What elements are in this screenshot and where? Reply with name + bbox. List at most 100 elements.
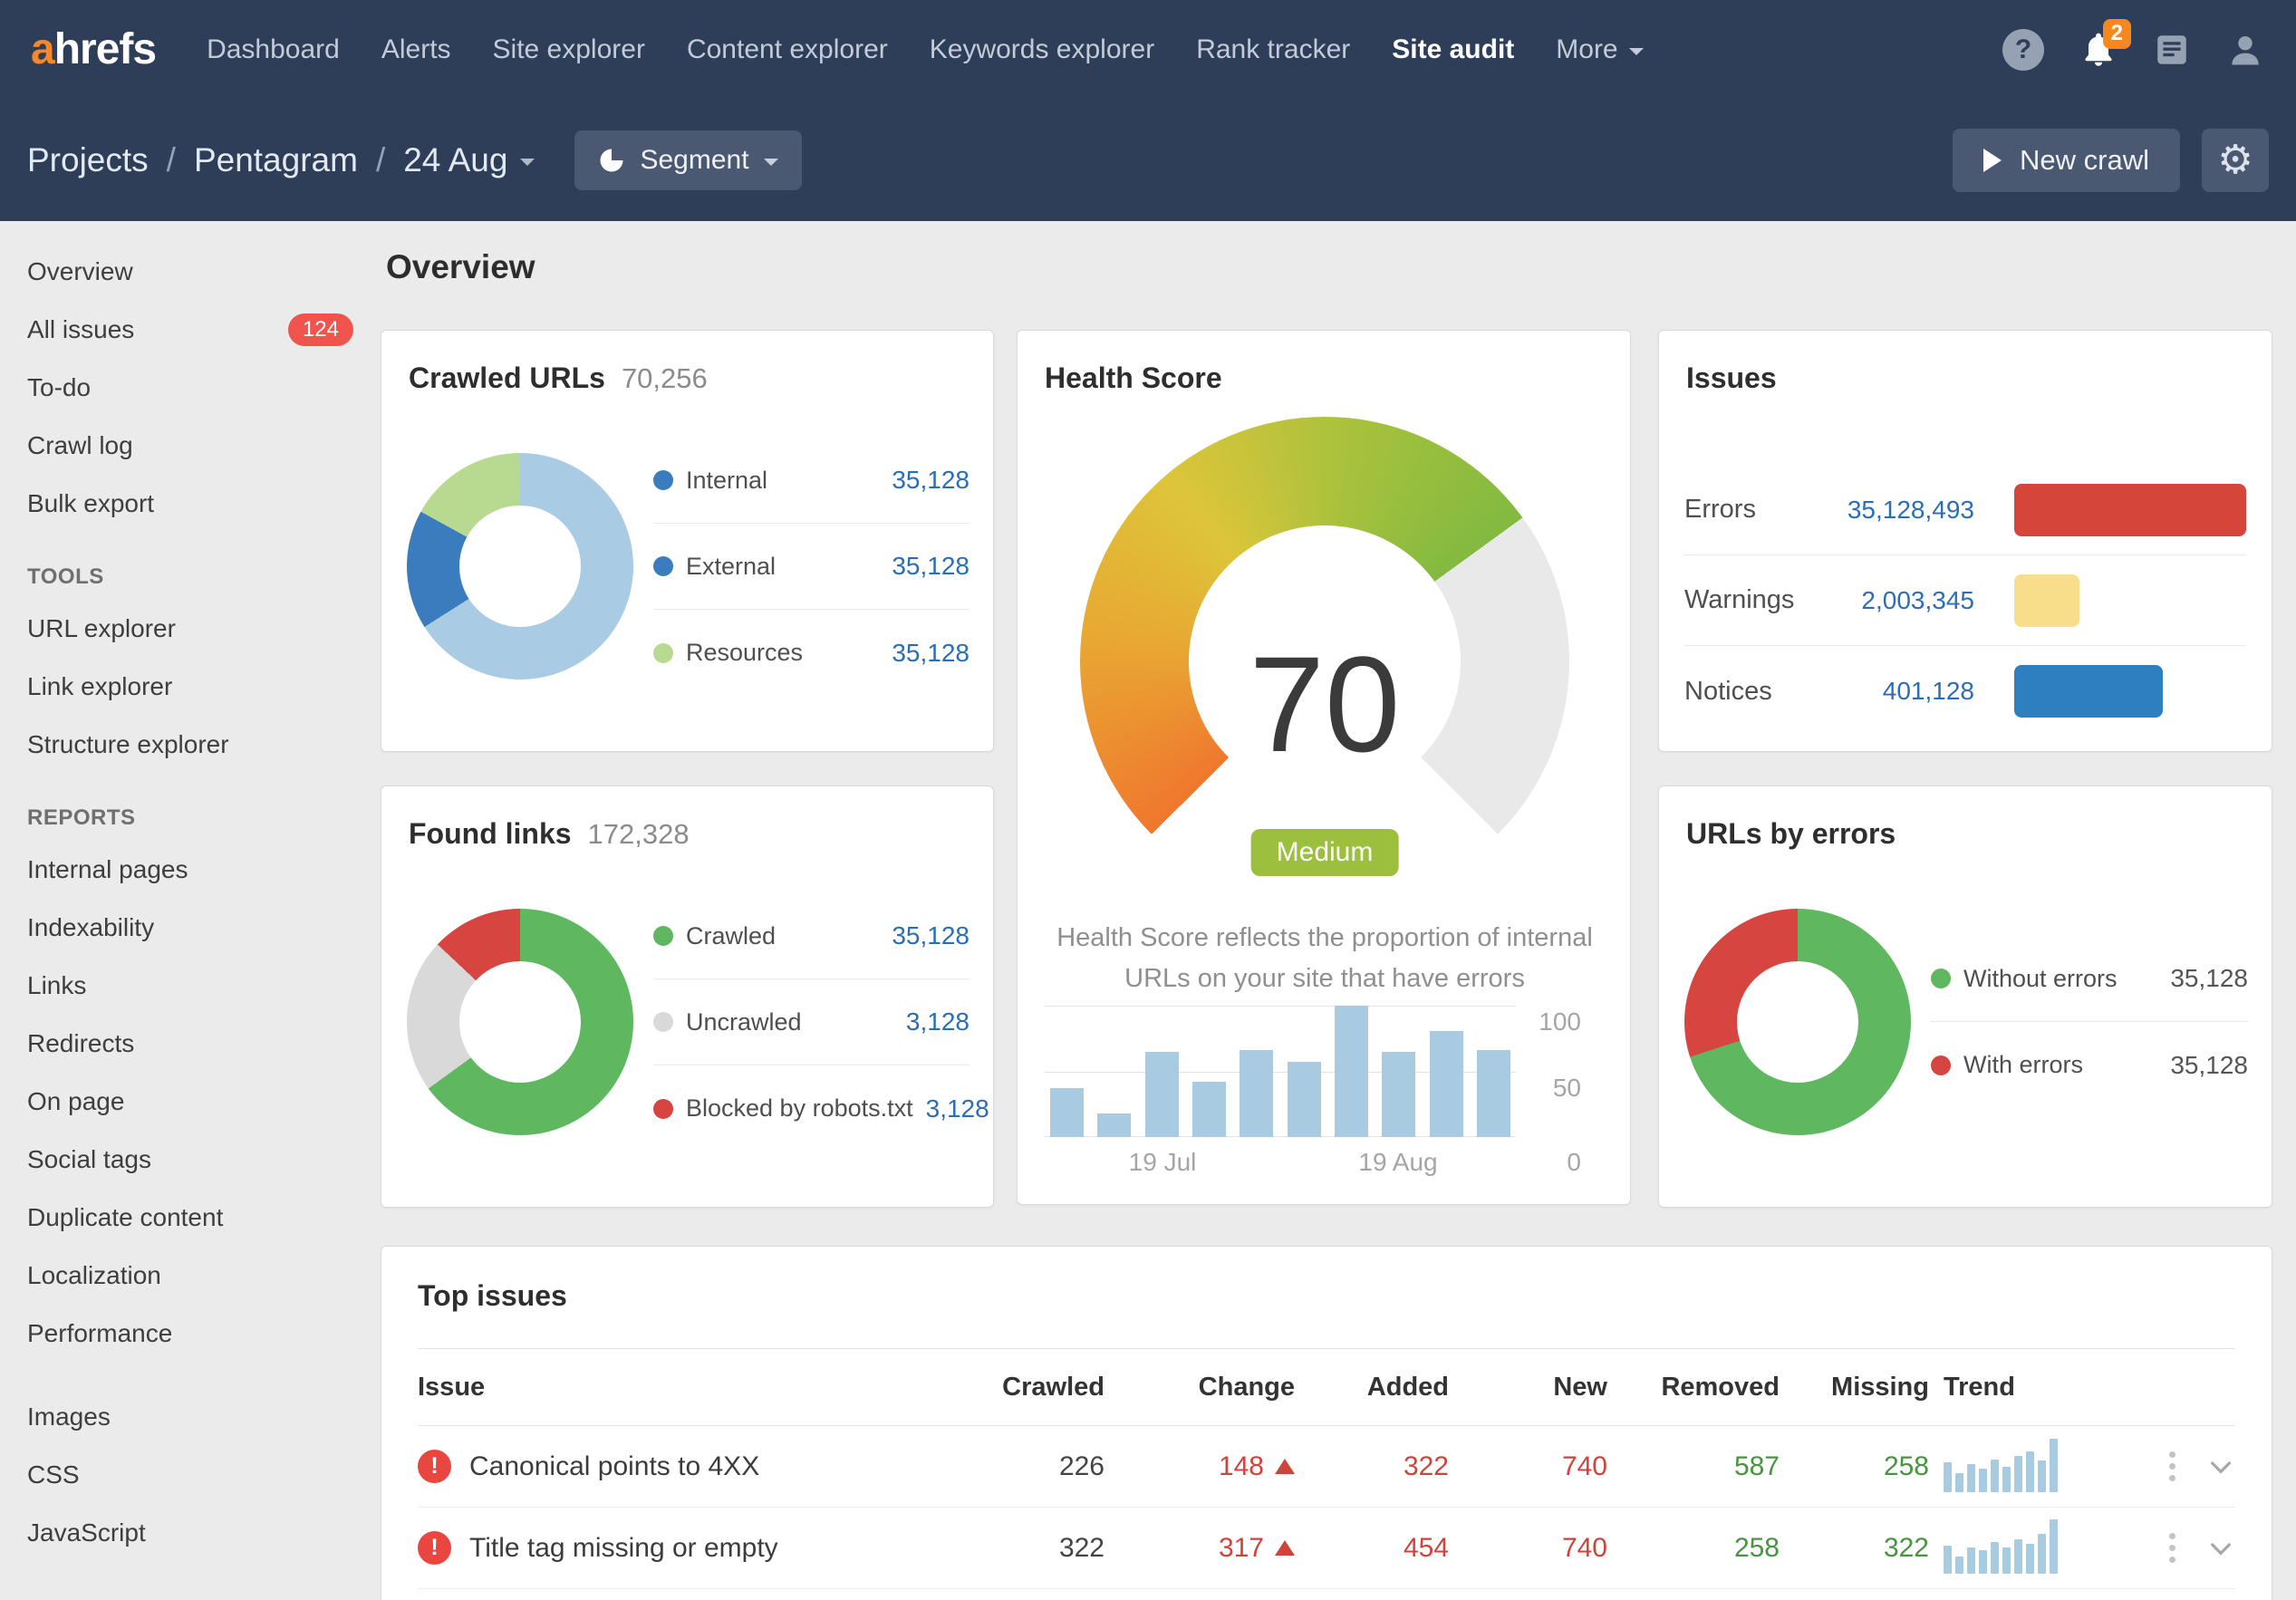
sidebar-item-css[interactable]: CSS [27, 1446, 353, 1504]
settings-button[interactable]: ⚙ [2202, 129, 2269, 192]
crawled-cell[interactable]: 226 [960, 1451, 1105, 1482]
nav-item-content-explorer[interactable]: Content explorer [687, 34, 888, 65]
nav-item-site-audit[interactable]: Site audit [1392, 34, 1514, 65]
top-issues-body: !Canonical points to 4XX2261483227405872… [418, 1426, 2235, 1589]
new-cell[interactable]: 740 [1449, 1533, 1607, 1564]
crawled-urls-donut [407, 453, 633, 680]
kebab-menu-icon[interactable] [2166, 1529, 2179, 1566]
kebab-menu-icon[interactable] [2166, 1448, 2179, 1485]
issues-row-value[interactable]: 35,128,493 [1820, 496, 1974, 525]
sidebar-item-label: On page [27, 1087, 124, 1116]
sidebar-item-indexability[interactable]: Indexability [27, 899, 353, 957]
sidebar-item-bulk-export[interactable]: Bulk export [27, 475, 353, 533]
help-icon[interactable]: ? [2002, 29, 2044, 71]
sidebar-item-social-tags[interactable]: Social tags [27, 1131, 353, 1189]
sidebar-item-performance[interactable]: Performance [27, 1305, 353, 1363]
legend-value[interactable]: 35,128 [892, 639, 970, 668]
column-header-added[interactable]: Added [1295, 1373, 1449, 1402]
logo-accent: a [31, 25, 54, 73]
found-links-legend: Crawled35,128Uncrawled3,128Blocked by ro… [653, 893, 970, 1152]
feedback-icon[interactable] [2153, 31, 2191, 69]
sidebar-item-all-issues[interactable]: All issues124 [27, 301, 353, 359]
change-value: 317 [1219, 1533, 1264, 1564]
site-audit-app: ahrefs Dashboard Alerts Site explorer Conte… [0, 0, 2296, 1600]
nav-item-rank-tracker[interactable]: Rank tracker [1196, 34, 1350, 65]
nav-item-dashboard[interactable]: Dashboard [207, 34, 340, 65]
legend-value[interactable]: 35,128 [892, 921, 970, 950]
sidebar-item-duplicate-content[interactable]: Duplicate content [27, 1189, 353, 1247]
column-header-removed[interactable]: Removed [1607, 1373, 1780, 1402]
y-axis-tick: 50 [1553, 1074, 1581, 1103]
missing-cell[interactable]: 322 [1780, 1533, 1929, 1564]
legend-value[interactable]: 35,128 [2170, 964, 2248, 993]
account-icon[interactable] [2225, 30, 2265, 70]
sidebar-item-redirects[interactable]: Redirects [27, 1015, 353, 1073]
sidebar-item-crawl-log[interactable]: Crawl log [27, 417, 353, 475]
notifications-bell-icon[interactable]: 2 [2079, 30, 2118, 70]
breadcrumb-item-projects[interactable]: Projects [27, 141, 149, 179]
sidebar-item-label: Performance [27, 1319, 172, 1348]
nav-item-site-explorer[interactable]: Site explorer [493, 34, 645, 65]
nav-item-more[interactable]: More [1556, 34, 1643, 65]
trend-bar [2026, 1544, 2034, 1574]
breadcrumb-item-24-aug[interactable]: 24 Aug [403, 141, 535, 179]
sidebar-item-structure-explorer[interactable]: Structure explorer [27, 716, 353, 774]
sidebar-item-to-do[interactable]: To-do [27, 359, 353, 417]
column-header-trend[interactable]: Trend [1929, 1373, 2119, 1402]
legend-row-resources: Resources35,128 [653, 610, 970, 696]
nav-item-label: Rank tracker [1196, 34, 1350, 65]
column-header-new[interactable]: New [1449, 1373, 1607, 1402]
change-cell[interactable]: 317 [1105, 1533, 1295, 1564]
issues-row-value[interactable]: 2,003,345 [1820, 586, 1974, 615]
issues-row-value[interactable]: 401,128 [1820, 677, 1974, 706]
legend-row-external: External35,128 [653, 524, 970, 610]
trend-bar [2038, 1460, 2046, 1492]
sidebar-item-links[interactable]: Links [27, 957, 353, 1015]
legend-value[interactable]: 35,128 [892, 466, 970, 495]
uncrawled-dot [653, 1012, 673, 1032]
column-header-crawled[interactable]: Crawled [960, 1373, 1105, 1402]
sidebar-item-link-explorer[interactable]: Link explorer [27, 658, 353, 716]
sidebar-item-overview[interactable]: Overview [27, 243, 353, 301]
internal-dot [653, 470, 673, 490]
change-cell[interactable]: 148 [1105, 1451, 1295, 1482]
sidebar-item-url-explorer[interactable]: URL explorer [27, 600, 353, 658]
x-axis-tick: 19 Jul [1129, 1148, 1197, 1177]
removed-cell[interactable]: 587 [1607, 1451, 1780, 1482]
crawled-cell[interactable]: 322 [960, 1533, 1105, 1564]
nav-item-alerts[interactable]: Alerts [381, 34, 451, 65]
sidebar-item-localization[interactable]: Localization [27, 1247, 353, 1305]
added-cell[interactable]: 454 [1295, 1533, 1449, 1564]
card-title: Health Score [1045, 361, 1222, 395]
added-cell[interactable]: 322 [1295, 1451, 1449, 1482]
breadcrumb: Projects/Pentagram/24 Aug [27, 141, 535, 179]
sidebar-item-internal-pages[interactable]: Internal pages [27, 841, 353, 899]
issue-label[interactable]: Title tag missing or empty [469, 1533, 778, 1564]
chevron-down-icon[interactable] [2206, 1534, 2235, 1563]
sidebar-item-javascript[interactable]: JavaScript [27, 1504, 353, 1562]
notification-count-badge: 2 [2103, 19, 2131, 49]
missing-cell[interactable]: 258 [1780, 1451, 1929, 1482]
chevron-down-icon[interactable] [2206, 1452, 2235, 1481]
removed-cell[interactable]: 258 [1607, 1533, 1780, 1564]
sidebar-item-on-page[interactable]: On page [27, 1073, 353, 1131]
legend-value[interactable]: 3,128 [906, 1007, 970, 1036]
column-header-missing[interactable]: Missing [1780, 1373, 1929, 1402]
new-cell[interactable]: 740 [1449, 1451, 1607, 1482]
legend-value[interactable]: 35,128 [892, 552, 970, 581]
legend-value[interactable]: 3,128 [926, 1094, 989, 1123]
column-header-issue[interactable]: Issue [418, 1373, 960, 1402]
legend-value[interactable]: 35,128 [2170, 1051, 2248, 1080]
new-crawl-button[interactable]: New crawl [1953, 129, 2180, 192]
issue-label[interactable]: Canonical points to 4XX [469, 1451, 759, 1482]
breadcrumb-item-pentagram[interactable]: Pentagram [194, 141, 358, 179]
column-header-change[interactable]: Change [1105, 1373, 1295, 1402]
ahrefs-logo[interactable]: ahrefs [31, 28, 156, 72]
breadcrumb-item-label: Pentagram [194, 141, 358, 179]
sidebar-item-images[interactable]: Images [27, 1388, 353, 1446]
chevron-down-icon [520, 159, 535, 166]
nav-item-keywords-explorer[interactable]: Keywords explorer [930, 34, 1154, 65]
segment-button[interactable]: Segment [574, 130, 801, 190]
trend-bar [1944, 1546, 1952, 1574]
health-trend-bar [1430, 1031, 1463, 1137]
